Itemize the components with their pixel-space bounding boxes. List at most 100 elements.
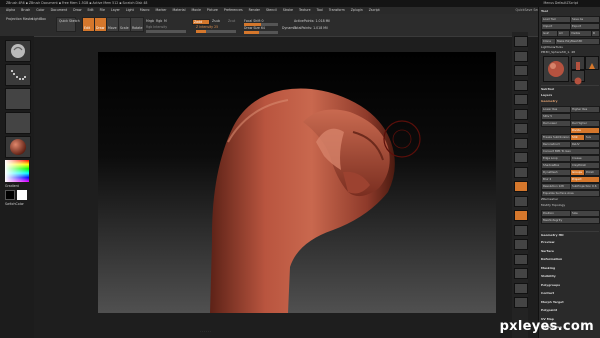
size-section[interactable]: Size: [570, 210, 600, 217]
rgb-intensity-slider[interactable]: [146, 30, 186, 33]
groups-button[interactable]: Groups: [570, 169, 585, 176]
rotate-button[interactable]: Rotate: [130, 17, 144, 32]
menu-item[interactable]: Material: [173, 8, 186, 12]
menu-item[interactable]: Brush: [21, 8, 30, 12]
crease-button[interactable]: Crease: [570, 155, 600, 162]
secondary-color-swatch[interactable]: [5, 190, 15, 200]
shelf-button-spix-3[interactable]: [514, 50, 528, 62]
dynamesh-button[interactable]: DynaMesh: [541, 169, 571, 176]
load-tool-button[interactable]: Load Tool: [541, 16, 571, 23]
shelf-button-l-sym[interactable]: [514, 166, 528, 178]
menu-item[interactable]: Color: [36, 8, 44, 12]
del-higher-button[interactable]: Del Higher: [570, 120, 600, 127]
menu-item[interactable]: Picture: [207, 8, 218, 12]
freeze-subdiv-button[interactable]: Freeze SubDivision Levels: [541, 134, 571, 144]
subtool-section[interactable]: SubTool: [541, 87, 599, 92]
menu-item[interactable]: Marker: [156, 8, 167, 12]
shelf-button-frame[interactable]: [514, 181, 528, 192]
menu-item[interactable]: Transform: [329, 8, 345, 12]
blur-slider[interactable]: Blur 2: [541, 176, 571, 183]
convert-bpr-button[interactable]: Convert BPR To Geo: [541, 148, 600, 155]
r-button[interactable]: R: [591, 30, 600, 37]
current-tool-thumbnail[interactable]: [543, 56, 569, 82]
menu-item[interactable]: Render: [249, 8, 260, 12]
menu-item[interactable]: Stencil: [266, 8, 277, 12]
menu-item[interactable]: Stroke: [283, 8, 293, 12]
tray-section-masking[interactable]: Masking: [541, 266, 599, 271]
tray-section-visibility[interactable]: Visibility: [541, 274, 599, 279]
z-intensity-slider[interactable]: [196, 30, 236, 33]
suv-button[interactable]: Suv: [584, 134, 600, 141]
stroke-selector[interactable]: [5, 64, 31, 86]
resolution-slider[interactable]: Resolution 128: [541, 183, 571, 190]
shelf-button-transp[interactable]: [514, 253, 528, 265]
tool-palette-header[interactable]: Tool: [541, 9, 599, 14]
subprojection-slider[interactable]: SubProjection 0.6: [570, 183, 600, 190]
tray-section-surface[interactable]: Surface: [541, 249, 599, 254]
tray-section-preview[interactable]: Preview: [541, 240, 599, 245]
tool-thumb-sphere[interactable]: [571, 70, 585, 85]
reconstruct-subdiv-button[interactable]: Reconstruct Subdiv: [541, 141, 571, 151]
menu-item[interactable]: Layer: [111, 8, 120, 12]
m-button[interactable]: M: [164, 19, 167, 23]
del-lower-button[interactable]: Del Lower: [541, 120, 571, 127]
menu-item[interactable]: File: [100, 8, 105, 12]
tray-section-contact[interactable]: Contact: [541, 291, 599, 296]
shelf-button-local[interactable]: [514, 152, 528, 163]
meshintegrity-section[interactable]: MeshIntegrity: [541, 217, 600, 224]
menu-item[interactable]: Edit: [87, 8, 93, 12]
shelf-button-move[interactable]: [514, 195, 528, 207]
color-picker[interactable]: [5, 160, 29, 182]
shelf-button-floor[interactable]: [514, 137, 528, 149]
quick-sketch-button[interactable]: Quick Sketch: [56, 17, 80, 32]
tray-section-morph-target[interactable]: Morph Target: [541, 300, 599, 305]
export-button[interactable]: Export: [570, 23, 600, 30]
clone-button[interactable]: Clone: [541, 38, 556, 45]
divide-button[interactable]: Divide: [570, 127, 600, 134]
mrgb-button[interactable]: Mrgb: [146, 19, 154, 23]
polish-button[interactable]: Polish: [584, 169, 600, 176]
zsub-button[interactable]: Zsub: [212, 19, 220, 23]
goz-button[interactable]: GoZ: [541, 30, 558, 37]
sdiv-slider[interactable]: SDiv 5: [541, 113, 571, 120]
higher-res-button[interactable]: Higher Res: [570, 106, 600, 113]
material-selector[interactable]: [5, 136, 31, 158]
layers-section[interactable]: Layers: [541, 93, 599, 98]
project-button[interactable]: Project: [570, 176, 600, 183]
shelf-button-scroll[interactable]: [514, 65, 528, 76]
zremesher-section[interactable]: ZRemesher: [541, 197, 599, 202]
modify-topology-section[interactable]: Modify Topology: [541, 203, 599, 208]
menu-item[interactable]: Document: [51, 8, 68, 12]
menu-item[interactable]: Draw: [73, 8, 81, 12]
tool-thumb-cylinder[interactable]: [571, 56, 585, 70]
alpha-selector[interactable]: [5, 88, 31, 110]
shelf-button-ghost[interactable]: [514, 268, 528, 279]
edge-loop-button[interactable]: Edge Loop: [541, 155, 571, 162]
smt-button[interactable]: Smt: [570, 134, 585, 141]
shelf-button-solo[interactable]: [514, 282, 528, 294]
save-as-button[interactable]: Save As: [570, 16, 600, 23]
menu-item[interactable]: Alpha: [6, 8, 15, 12]
projection-master-button[interactable]: Projection Master: [6, 17, 34, 21]
geometry-hd-section[interactable]: Geometry HD: [541, 233, 599, 238]
geometry-section[interactable]: Geometry: [541, 99, 599, 104]
shelf-button-persp[interactable]: [514, 123, 528, 134]
zcut-button[interactable]: Zcut: [228, 19, 235, 23]
menu-item[interactable]: Light: [126, 8, 134, 12]
import-button[interactable]: Import: [541, 23, 571, 30]
menu-item[interactable]: Macro: [140, 8, 150, 12]
brush-selector[interactable]: [5, 40, 31, 62]
texture-selector[interactable]: [5, 112, 31, 134]
shelf-button-bpr[interactable]: [514, 36, 528, 47]
reuv-button[interactable]: ReUV: [570, 141, 600, 148]
lightbox-button[interactable]: LightBox: [32, 17, 46, 21]
shelf-button-zoom[interactable]: [514, 79, 528, 91]
visible-button[interactable]: Visible: [569, 30, 592, 37]
shelf-button-aahalf[interactable]: [514, 108, 528, 120]
shelf-button-rotate[interactable]: [514, 224, 528, 236]
draw-size-slider[interactable]: [244, 31, 278, 34]
menu-item[interactable]: Texture: [299, 8, 311, 12]
main-color-swatch[interactable]: [17, 190, 27, 200]
shelf-button-xpose[interactable]: [514, 297, 528, 308]
make-polymesh-button[interactable]: Make PolyMesh3D: [555, 38, 600, 45]
